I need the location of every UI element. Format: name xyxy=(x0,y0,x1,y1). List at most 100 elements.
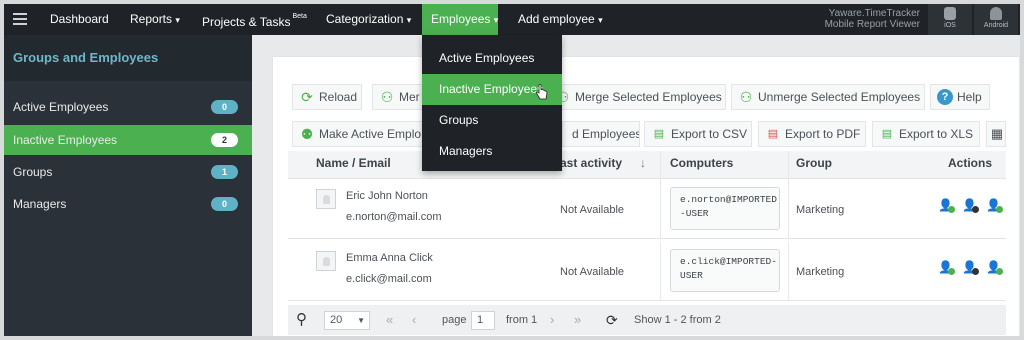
nav-dashboard[interactable]: Dashboard xyxy=(50,4,109,35)
make-active-label: Make Active Emplo xyxy=(319,127,422,141)
nav-categorization-label: Categorization xyxy=(326,12,404,26)
merge-users-icon: ⚇ xyxy=(380,89,394,105)
sidebar-item-groups[interactable]: Groups 1 xyxy=(4,157,252,187)
column-divider xyxy=(660,151,661,178)
sidebar-title: Groups and Employees xyxy=(4,35,252,81)
nav-employees[interactable]: Employees ▾ xyxy=(422,4,498,35)
menu-icon[interactable] xyxy=(13,13,27,25)
sidebar-item-label: Inactive Employees xyxy=(13,133,118,147)
col-actions: Actions xyxy=(948,156,993,170)
per-page-value: 20 xyxy=(330,314,343,326)
help-icon: ? xyxy=(937,89,953,105)
nav-add-employee[interactable]: Add employee ▾ xyxy=(518,4,603,35)
employee-email: e.click@mail.com xyxy=(346,273,432,285)
ios-app-link[interactable]: iOS xyxy=(928,4,972,35)
prev-page-icon[interactable]: ‹ xyxy=(412,305,416,335)
sidebar-item-active-employees[interactable]: Active Employees 0 xyxy=(4,92,252,122)
employee-name: Emma Anna Click xyxy=(346,252,433,264)
table-row[interactable]: Emma Anna Click e.click@mail.com Not Ava… xyxy=(288,241,1006,301)
reload-button[interactable]: ⟳ Reload xyxy=(292,84,362,110)
pdf-file-icon: ▤ xyxy=(767,128,779,140)
pagination-bar: ⚲ 20 ▼ « ‹ page 1 from 1 › » ⟳ Show 1 - 2… xyxy=(288,305,1006,335)
column-divider xyxy=(788,241,789,300)
next-page-icon[interactable]: › xyxy=(550,305,554,335)
col-group[interactable]: Group xyxy=(796,151,832,176)
android-label: Android xyxy=(983,22,1009,29)
nav-add-employee-label: Add employee xyxy=(518,12,595,26)
user-settings-icon[interactable]: 👤 xyxy=(962,259,979,275)
app-frame: Dashboard Reports ▾ Projects & Tasks Beta… xyxy=(0,0,1024,340)
sidebar-item-managers[interactable]: Managers 0 xyxy=(4,189,252,219)
nav-projects[interactable]: Projects & Tasks Beta xyxy=(202,4,307,35)
avatar xyxy=(316,189,336,209)
export-pdf-button[interactable]: ▤ Export to PDF xyxy=(758,121,866,147)
sidebar-item-label: Groups xyxy=(13,165,53,179)
column-divider xyxy=(788,179,789,238)
computer-id: e.click@IMPORTED-USER xyxy=(670,249,780,292)
merge-selected-label: Merge Selected Employees xyxy=(575,90,722,104)
edit-user-icon[interactable]: 👤 xyxy=(938,259,955,275)
apple-icon xyxy=(944,7,956,20)
menu-item-active-employees[interactable]: Active Employees xyxy=(422,43,562,74)
user-settings-icon[interactable]: 👤 xyxy=(962,197,979,213)
column-divider xyxy=(788,151,789,178)
first-page-icon[interactable]: « xyxy=(386,305,393,335)
col-name-email[interactable]: Name / Email xyxy=(316,151,391,176)
zoom-icon[interactable]: ⚲ xyxy=(296,305,307,335)
brand-text: Yaware.TimeTracker Mobile Report Viewer xyxy=(816,8,920,30)
beta-badge: Beta xyxy=(292,13,307,20)
android-app-link[interactable]: Android xyxy=(974,4,1018,35)
employee-email: e.norton@mail.com xyxy=(346,211,442,223)
edit-user-icon[interactable]: 👤 xyxy=(938,197,955,213)
export-pdf-label: Export to PDF xyxy=(785,127,861,141)
merge-selected-button[interactable]: ⚇ Merge Selected Employees xyxy=(548,84,726,110)
export-csv-button[interactable]: ▤ Export to CSV xyxy=(644,121,752,147)
employees-button[interactable]: d Employees xyxy=(562,121,640,147)
last-page-icon[interactable]: » xyxy=(574,305,581,335)
sidebar: Groups and Employees Active Employees 0 I… xyxy=(4,35,252,336)
sidebar-item-inactive-employees[interactable]: Inactive Employees 2 xyxy=(4,125,252,155)
columns-button[interactable]: ▦ xyxy=(986,121,1006,147)
reload-label: Reload xyxy=(319,90,358,104)
page-summary: Show 1 - 2 from 2 xyxy=(634,314,721,326)
user-check-icon: ⚉ xyxy=(300,126,314,142)
chevron-down-icon: ▾ xyxy=(406,15,412,25)
reload-icon: ⟳ xyxy=(301,89,313,105)
brand-line2: Mobile Report Viewer xyxy=(824,19,920,30)
top-navbar: Dashboard Reports ▾ Projects & Tasks Beta… xyxy=(4,4,1020,35)
unmerge-selected-button[interactable]: ⚇ Unmerge Selected Employees xyxy=(731,84,925,110)
per-page-select[interactable]: 20 ▼ xyxy=(324,311,370,330)
page-input[interactable]: 1 xyxy=(471,311,495,330)
sidebar-item-label: Active Employees xyxy=(13,100,109,114)
nav-categorization[interactable]: Categorization ▾ xyxy=(326,4,411,35)
menu-item-groups[interactable]: Groups xyxy=(422,105,562,136)
add-user-icon[interactable]: 👤 xyxy=(986,197,1003,213)
nav-reports-label: Reports xyxy=(130,12,173,26)
table-header: Name / Email ast activity ↓ Computers Gr… xyxy=(288,151,1006,179)
menu-item-managers[interactable]: Managers xyxy=(422,136,562,167)
help-button[interactable]: ? Help xyxy=(930,84,990,110)
make-active-button[interactable]: ⚉ Make Active Emplo xyxy=(292,121,424,147)
col-computers[interactable]: Computers xyxy=(670,151,733,176)
column-divider xyxy=(660,179,661,238)
employee-group: Marketing xyxy=(796,204,845,216)
chevron-down-icon: ▾ xyxy=(598,15,603,25)
table-row[interactable]: Eric John Norton e.norton@mail.com Not A… xyxy=(288,179,1006,239)
chevron-down-icon: ▾ xyxy=(175,15,180,25)
hand-cursor-icon xyxy=(536,84,548,100)
export-xls-button[interactable]: ▤ Export to XLS xyxy=(872,121,980,147)
add-user-icon[interactable]: 👤 xyxy=(986,259,1003,275)
page-total: from 1 xyxy=(506,314,538,326)
sort-down-icon[interactable]: ↓ xyxy=(640,151,646,176)
refresh-icon[interactable]: ⟳ xyxy=(606,305,618,335)
count-badge: 0 xyxy=(211,100,238,114)
col-last-activity[interactable]: ast activity xyxy=(560,151,622,176)
nav-reports[interactable]: Reports ▾ xyxy=(130,4,180,35)
count-badge: 2 xyxy=(211,133,238,147)
last-activity: Not Available xyxy=(560,204,625,216)
nav-dashboard-label: Dashboard xyxy=(50,12,109,26)
merge-label: Mer xyxy=(399,90,420,104)
android-icon xyxy=(990,7,1002,20)
employees-dropdown-menu: Active Employees Inactive Employees Grou… xyxy=(422,35,562,171)
unmerge-users-icon: ⚇ xyxy=(739,89,753,105)
